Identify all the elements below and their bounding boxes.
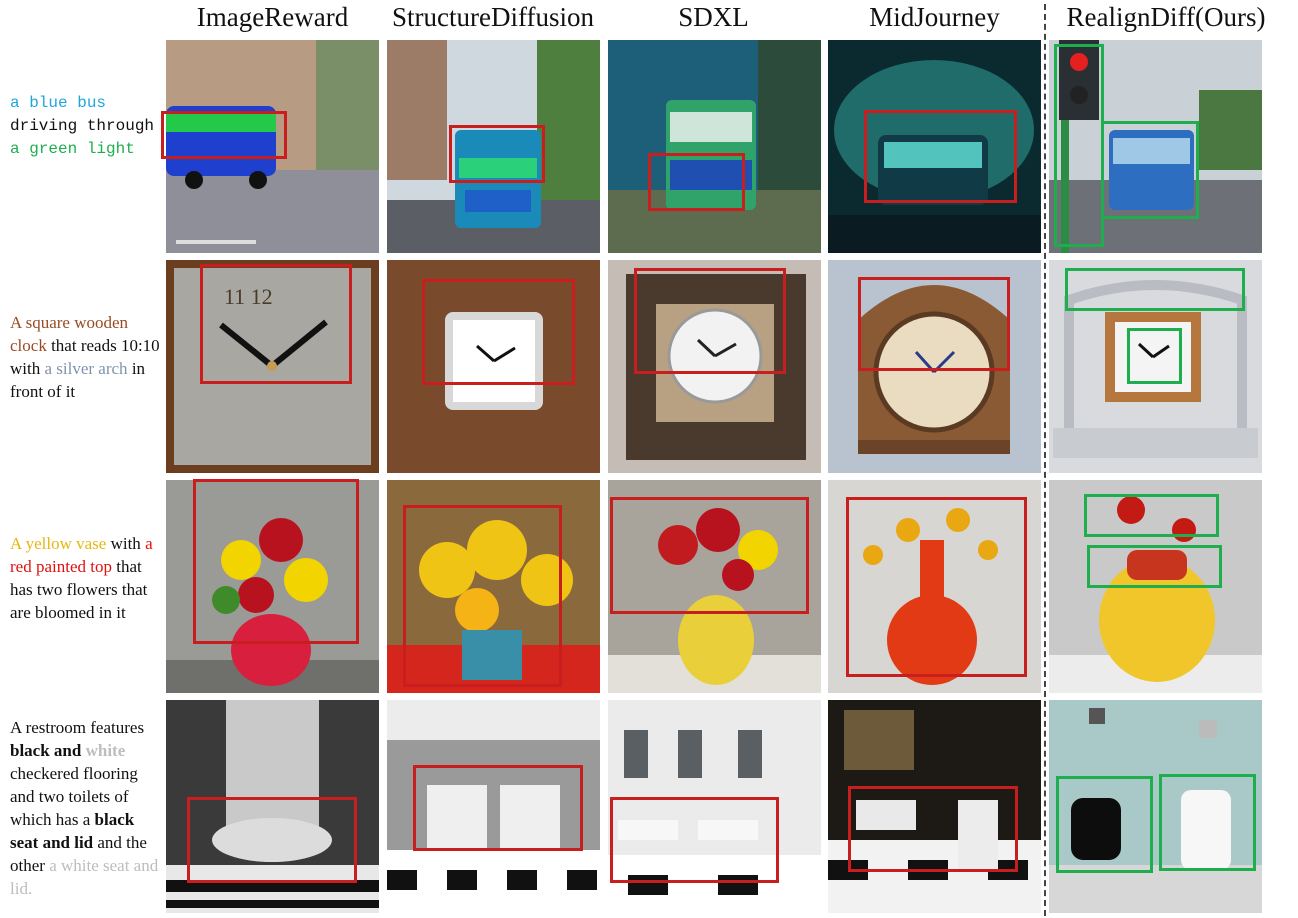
annotation-box <box>634 268 786 374</box>
prompt-segment: A restroom features <box>10 718 145 737</box>
annotation-box <box>413 765 583 851</box>
prompt-row-1: a blue bus driving through a green light <box>10 92 170 161</box>
annotation-box <box>648 153 745 211</box>
column-title-structurediffusion: StructureDiffusion <box>392 2 594 32</box>
annotation-box <box>610 497 809 614</box>
annotation-box <box>858 277 1010 371</box>
annotation-box-ours <box>1084 494 1219 537</box>
prompt-segment: a blue bus <box>10 94 107 112</box>
annotation-box-ours <box>1159 774 1256 871</box>
annotation-box <box>422 279 575 385</box>
prompt-row-3: A yellow vase with a red painted top tha… <box>10 532 155 624</box>
annotation-box-ours <box>1056 776 1153 873</box>
annotation-box-ours <box>1127 328 1182 384</box>
column-title-midjourney: MidJourney <box>869 2 1000 32</box>
annotation-box <box>846 497 1027 677</box>
column-title-realigndiff: RealignDiff(Ours) <box>1066 2 1266 32</box>
annotation-box <box>187 797 357 883</box>
annotation-box-ours <box>1065 268 1245 311</box>
prompt-segment: driving through <box>10 117 155 135</box>
column-title-imagereward: ImageReward <box>196 2 349 32</box>
annotation-box <box>848 786 1018 872</box>
prompt-segment: black and <box>10 741 82 760</box>
annotation-box <box>193 479 359 644</box>
annotation-box <box>610 797 779 883</box>
prompt-row-4: A restroom features black and white chec… <box>10 716 160 900</box>
annotation-box <box>449 125 545 183</box>
annotation-box <box>161 111 287 159</box>
prompt-segment: with <box>106 534 146 553</box>
annotation-box <box>864 110 1017 203</box>
annotation-box-ours <box>1054 44 1104 247</box>
annotation-box <box>200 264 352 384</box>
prompt-segment: A yellow vase <box>10 534 107 553</box>
column-title-sdxl: SDXL <box>678 2 749 32</box>
prompt-segment: white <box>81 741 126 760</box>
image-bus-sdxl <box>608 40 821 253</box>
annotation-box-ours <box>1087 545 1222 588</box>
prompt-segment: a green light <box>10 140 135 158</box>
annotation-box-ours <box>1101 121 1199 219</box>
method-divider <box>1044 4 1046 916</box>
annotation-box <box>403 505 562 687</box>
prompt-row-2: A square wooden clock that reads 10:10 w… <box>10 311 160 403</box>
prompt-segment: a silver arch <box>44 359 128 378</box>
